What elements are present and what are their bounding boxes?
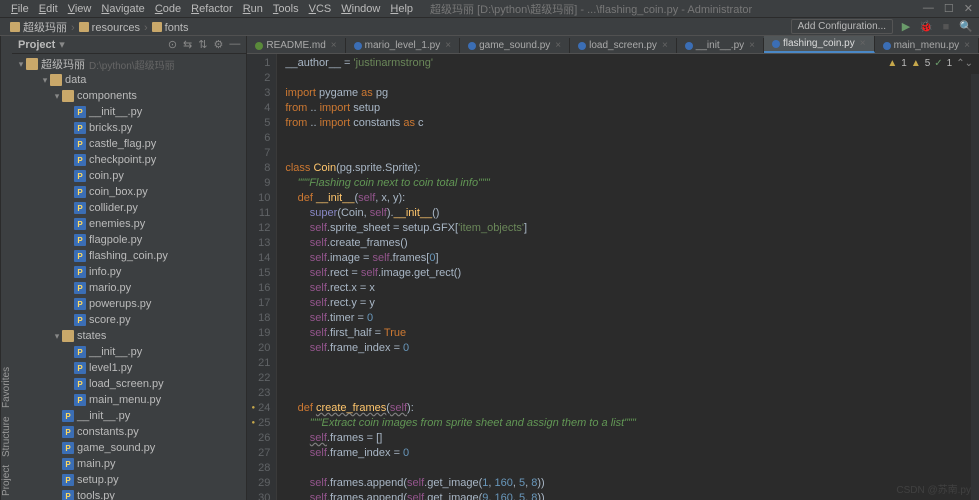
- tree-item[interactable]: ▾components: [12, 88, 246, 104]
- menu-window[interactable]: Window: [336, 3, 385, 15]
- tree-item[interactable]: ▾states: [12, 328, 246, 344]
- tree-root[interactable]: ▾ 超级玛丽 D:\python\超级玛丽: [12, 56, 246, 72]
- editor-area: README.md×mario_level_1.py×game_sound.py…: [247, 36, 979, 500]
- tree-item[interactable]: Pcollider.py: [12, 200, 246, 216]
- menu-view[interactable]: View: [63, 3, 97, 15]
- tree-item[interactable]: Pload_screen.py: [12, 376, 246, 392]
- warning-icon: ▲: [887, 56, 897, 71]
- tree-item[interactable]: P__init__.py: [12, 344, 246, 360]
- menu-vcs[interactable]: VCS: [304, 3, 337, 15]
- settings-icon[interactable]: ⚙: [213, 38, 223, 51]
- tree-item[interactable]: Ptools.py: [12, 488, 246, 500]
- expand-icon[interactable]: ⇆: [183, 38, 192, 51]
- debug-icon[interactable]: 🐞: [919, 20, 933, 34]
- minimap[interactable]: [971, 74, 979, 500]
- tree-item[interactable]: Pmario.py: [12, 280, 246, 296]
- tree-item[interactable]: Pcastle_flag.py: [12, 136, 246, 152]
- window-title: 超级玛丽 [D:\python\超级玛丽] - ...\flashing_coi…: [430, 1, 752, 17]
- project-label[interactable]: Project: [18, 39, 55, 51]
- editor-tab[interactable]: README.md×: [247, 38, 345, 53]
- close-tab-icon[interactable]: ×: [555, 40, 561, 51]
- tree-item[interactable]: Pconstants.py: [12, 424, 246, 440]
- close-icon[interactable]: ✕: [964, 2, 973, 15]
- chevron-icon[interactable]: ⌃⌄: [956, 56, 973, 71]
- close-tab-icon[interactable]: ×: [860, 38, 866, 49]
- menu-file[interactable]: File: [6, 3, 34, 15]
- project-tree[interactable]: ▾ 超级玛丽 D:\python\超级玛丽 ▾data▾componentsP_…: [12, 54, 246, 500]
- editor-tab[interactable]: flashing_coin.py×: [764, 36, 875, 53]
- tree-item[interactable]: Pcheckpoint.py: [12, 152, 246, 168]
- project-dropdown-icon[interactable]: ▾: [59, 38, 65, 51]
- editor-tab[interactable]: main_menu.py×: [875, 38, 979, 53]
- editor-tab[interactable]: load_screen.py×: [570, 38, 677, 53]
- tree-item[interactable]: Pmain_menu.py: [12, 392, 246, 408]
- nav-bar: 超级玛丽›resources›fonts Add Configuration..…: [0, 18, 979, 36]
- tree-item[interactable]: Plevel1.py: [12, 360, 246, 376]
- project-tool-header: Project ▾ ⊙ ⇆ ⇅ ⚙ —: [12, 36, 246, 54]
- favorites-tool-button[interactable]: Favorites: [1, 367, 12, 408]
- tree-item[interactable]: ▾data: [12, 72, 246, 88]
- tree-item[interactable]: Pflagpole.py: [12, 232, 246, 248]
- tree-item[interactable]: Pcoin.py: [12, 168, 246, 184]
- menu-code[interactable]: Code: [150, 3, 186, 15]
- tree-item[interactable]: Ppowerups.py: [12, 296, 246, 312]
- run-icon[interactable]: ▶: [899, 20, 913, 34]
- menu-refactor[interactable]: Refactor: [186, 3, 238, 15]
- inspection-hints[interactable]: ▲1 ▲5 ✓1 ⌃⌄: [887, 56, 973, 71]
- editor-tab[interactable]: mario_level_1.py×: [346, 38, 460, 53]
- close-tab-icon[interactable]: ×: [662, 40, 668, 51]
- breadcrumb-item[interactable]: resources: [75, 22, 144, 34]
- tree-item[interactable]: Pmain.py: [12, 456, 246, 472]
- collapse-icon[interactable]: ⇅: [198, 38, 207, 51]
- hide-icon[interactable]: —: [229, 38, 240, 51]
- gutter: 1234567891011121314151617181920212223242…: [247, 54, 277, 500]
- add-configuration-button[interactable]: Add Configuration...: [791, 19, 893, 34]
- editor-tab[interactable]: game_sound.py×: [460, 38, 570, 53]
- tree-item[interactable]: Pflashing_coin.py: [12, 248, 246, 264]
- close-tab-icon[interactable]: ×: [331, 40, 337, 51]
- editor-tabs: README.md×mario_level_1.py×game_sound.py…: [247, 36, 979, 54]
- window-controls: — ☐ ✕: [923, 2, 973, 15]
- tree-item[interactable]: Psetup.py: [12, 472, 246, 488]
- tree-item[interactable]: Pbricks.py: [12, 120, 246, 136]
- warning-icon: ▲: [911, 56, 921, 71]
- project-tool-button[interactable]: Project: [1, 465, 12, 496]
- menu-run[interactable]: Run: [238, 3, 268, 15]
- project-sidebar: Project ▾ ⊙ ⇆ ⇅ ⚙ — ▾ 超级玛丽 D:\python\超级玛…: [12, 36, 247, 500]
- watermark: CSDN @苏南.py: [896, 481, 971, 496]
- tree-item[interactable]: Pinfo.py: [12, 264, 246, 280]
- breadcrumb-item[interactable]: fonts: [148, 22, 193, 34]
- breadcrumb-item[interactable]: 超级玛丽: [6, 22, 71, 34]
- locate-icon[interactable]: ⊙: [168, 38, 177, 51]
- menu-navigate[interactable]: Navigate: [96, 3, 149, 15]
- maximize-icon[interactable]: ☐: [944, 2, 954, 15]
- structure-tool-button[interactable]: Structure: [1, 416, 12, 457]
- left-tool-strip: Project Structure Favorites: [0, 36, 12, 500]
- menu-help[interactable]: Help: [385, 3, 418, 15]
- tree-item[interactable]: Pscore.py: [12, 312, 246, 328]
- tree-item[interactable]: Pcoin_box.py: [12, 184, 246, 200]
- search-icon[interactable]: 🔍: [959, 20, 973, 34]
- stop-icon[interactable]: ■: [939, 20, 953, 34]
- menu-tools[interactable]: Tools: [268, 3, 304, 15]
- weak-warning-icon: ✓: [934, 56, 942, 71]
- tree-item[interactable]: P__init__.py: [12, 408, 246, 424]
- tree-item[interactable]: P__init__.py: [12, 104, 246, 120]
- menu-bar: FileEditViewNavigateCodeRefactorRunTools…: [0, 0, 979, 18]
- close-tab-icon[interactable]: ×: [749, 40, 755, 51]
- code-editor[interactable]: 1234567891011121314151617181920212223242…: [247, 54, 979, 500]
- close-tab-icon[interactable]: ×: [445, 40, 451, 51]
- close-tab-icon[interactable]: ×: [964, 40, 970, 51]
- code-body[interactable]: __author__ = 'justinarmstrong'import pyg…: [277, 54, 979, 500]
- menu-edit[interactable]: Edit: [34, 3, 63, 15]
- editor-tab[interactable]: __init__.py×: [677, 38, 764, 53]
- tree-item[interactable]: Penemies.py: [12, 216, 246, 232]
- tree-item[interactable]: Pgame_sound.py: [12, 440, 246, 456]
- minimize-icon[interactable]: —: [923, 2, 934, 15]
